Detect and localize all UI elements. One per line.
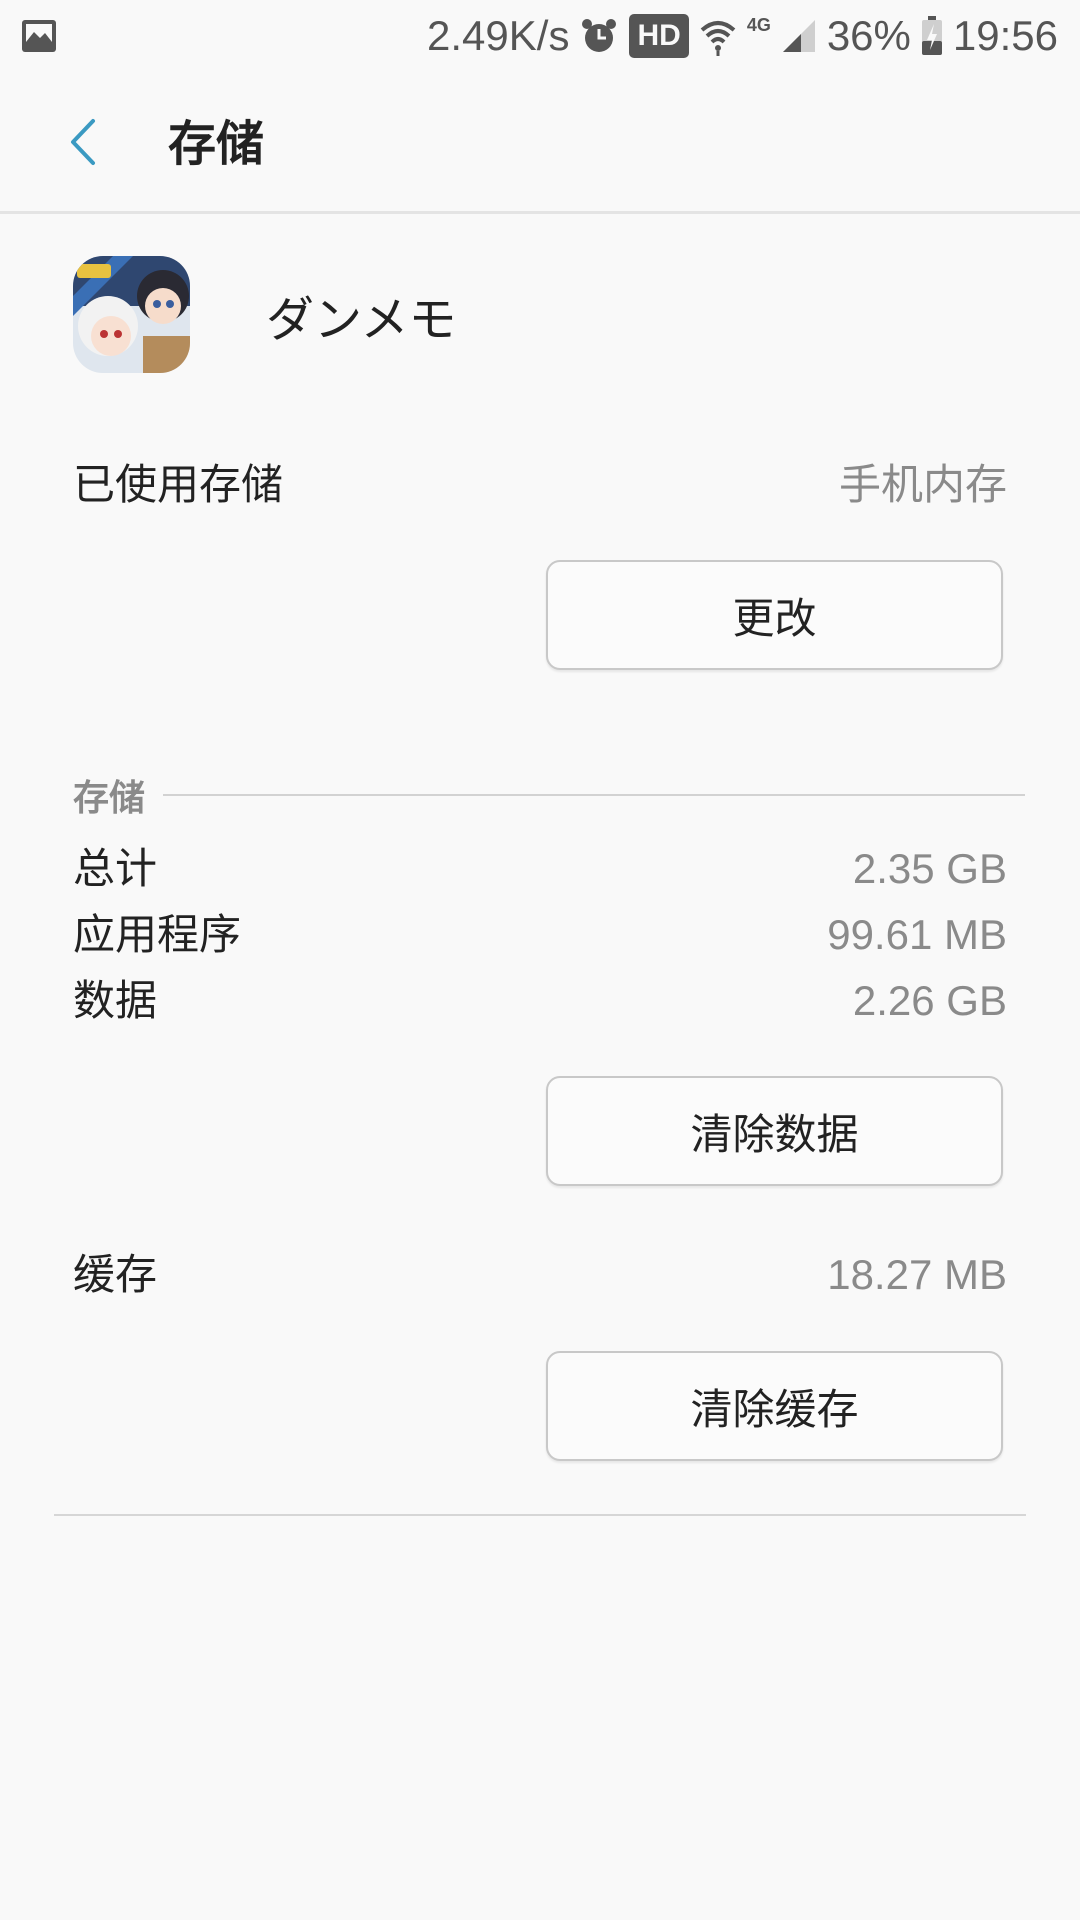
image-icon (20, 18, 58, 54)
clear-cache-button[interactable]: 清除缓存 (546, 1351, 1003, 1461)
wifi-icon (699, 16, 737, 56)
storage-row-total: 总计 2.35 GB (73, 842, 1007, 896)
section-divider (163, 794, 1025, 796)
bottom-divider (54, 1514, 1026, 1516)
used-storage-value: 手机内存 (838, 461, 1007, 508)
clock: 19:56 (952, 12, 1058, 59)
storage-row-label: 总计 (73, 844, 158, 893)
storage-row-data: 数据 2.26 GB (73, 974, 1007, 1028)
used-storage-row: 已使用存储 手机内存 (73, 458, 1007, 512)
storage-row-value: 2.35 GB (852, 845, 1007, 892)
storage-row-value: 2.26 GB (852, 977, 1007, 1024)
app-icon (73, 256, 190, 373)
net-speed: 2.49K/s (427, 12, 570, 59)
section-title: 存储 (73, 778, 146, 819)
app-bar: 存储 (0, 72, 1080, 214)
battery-charging-icon (921, 16, 943, 56)
cache-label: 缓存 (73, 1250, 158, 1299)
hd-badge: HD (629, 14, 689, 58)
storage-section-header: 存储 (73, 770, 1025, 820)
storage-row-app: 应用程序 99.61 MB (73, 908, 1007, 962)
clear-data-button[interactable]: 清除数据 (546, 1076, 1003, 1186)
signal-icon (781, 18, 817, 54)
cache-row: 缓存 18.27 MB (73, 1248, 1007, 1302)
chevron-left-icon (65, 117, 99, 171)
storage-row-label: 应用程序 (73, 910, 242, 959)
network-type: 4G (746, 14, 771, 35)
status-bar: 2.49K/s HD 4G 36% 19:56 (0, 0, 1080, 72)
used-storage-label: 已使用存储 (73, 460, 284, 509)
storage-row-value: 99.61 MB (827, 911, 1007, 958)
battery-percent: 36% (826, 12, 911, 59)
alarm-icon (579, 16, 619, 56)
page-title: 存储 (168, 116, 265, 172)
change-storage-button[interactable]: 更改 (546, 560, 1003, 670)
storage-row-label: 数据 (73, 976, 158, 1025)
app-name: ダンメモ (266, 292, 457, 348)
back-button[interactable] (50, 112, 114, 176)
cache-value: 18.27 MB (827, 1251, 1007, 1298)
